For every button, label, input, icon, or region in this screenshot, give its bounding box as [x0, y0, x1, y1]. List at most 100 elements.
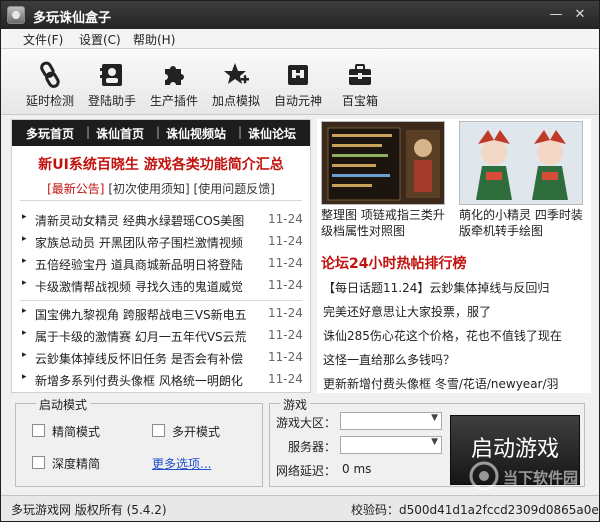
tool-label: 百宝箱 — [341, 94, 378, 108]
server-select[interactable]: ▼ — [340, 436, 442, 454]
bullet-icon: ▸ — [22, 212, 27, 222]
quick-links: [最新公告] [初次使用须知] [使用问题反馈] — [12, 180, 310, 197]
tool-label: 生产插件 — [149, 94, 198, 108]
news-title: 新增多系列付费头像框 风格统一明朗化 — [35, 374, 243, 388]
nav-duowan-home[interactable]: 多玩首页 — [26, 125, 74, 142]
tool-label: 自动元神 — [273, 94, 322, 108]
tool-auto-spirit[interactable]: 自动元神 — [267, 57, 329, 111]
close-button[interactable]: ✕ — [569, 5, 591, 25]
tool-production-plugin[interactable]: 生产插件 — [143, 57, 205, 111]
news-item[interactable]: ▸ 属于卡级的激情赛 幻月一五年代VS云荒 11-24 — [22, 328, 306, 346]
tool-stat-simulator[interactable]: 加点模拟 — [205, 57, 267, 111]
lite-mode-label: 精简模式 — [52, 425, 101, 439]
multi-open-checkbox[interactable] — [152, 424, 165, 437]
minimize-button[interactable]: — — [545, 5, 567, 25]
menu-file[interactable]: 文件(F) — [23, 31, 63, 48]
news-item[interactable]: ▸ 新增多系列付费头像框 风格统一明朗化 11-24 — [22, 372, 306, 390]
nav-zhuxian-home[interactable]: 诛仙首页 — [96, 125, 144, 142]
game-screenshot-image — [322, 122, 444, 204]
more-options-link[interactable]: 更多选项... — [152, 455, 211, 472]
hot-posts-title: 论坛24小时热帖排行榜 — [321, 256, 467, 272]
lite-mode-checkbox[interactable] — [32, 424, 45, 437]
thumbnail-image[interactable] — [459, 121, 583, 205]
latest-notice-link[interactable]: [最新公告] — [47, 182, 104, 196]
bullet-icon: ▸ — [22, 350, 27, 360]
hot-post-item[interactable]: 完美还好意思让大家投票，服了 — [323, 303, 585, 320]
thumbnail-caption[interactable]: 萌化的小精灵 四季时装版牵机转手绘图 — [459, 207, 589, 239]
chevron-down-icon: ▼ — [431, 413, 438, 423]
nav-separator: | — [156, 125, 161, 139]
news-date: 11-24 — [268, 306, 303, 320]
hot-post-item[interactable]: 诛仙285伤心花这个价格，花也不值钱了现在 — [323, 327, 585, 344]
news-title: 国宝佛九黎视角 跨服帮战电三VS新电五 — [35, 308, 247, 322]
fairy-art-image — [460, 122, 582, 204]
hot-post-item[interactable]: 这怪一直给那么多钱吗？ — [323, 351, 585, 368]
watermark-logo-icon — [469, 461, 499, 491]
tool-latency-check[interactable]: 延时检测 — [19, 57, 81, 111]
status-bar: 多玩游戏网 版权所有 (5.4.2) 校验码：d500d41d1a2fccd23… — [1, 495, 599, 521]
bullet-icon: ▸ — [22, 278, 27, 288]
tool-treasure-box[interactable]: 百宝箱 — [329, 57, 391, 111]
news-date: 11-24 — [268, 372, 303, 386]
news-title: 家族总动员 开黑团队帝子围栏激情视频 — [35, 236, 243, 250]
nav-separator: | — [238, 125, 243, 139]
news-date: 11-24 — [268, 350, 303, 364]
server-label: 服务器： — [288, 440, 337, 454]
feedback-link[interactable]: [使用问题反馈] — [194, 182, 275, 196]
bullet-icon: ▸ — [22, 328, 27, 338]
divider — [20, 300, 302, 301]
toolbox-icon — [349, 64, 371, 85]
window-title: 多玩诛仙盒子 — [33, 11, 112, 26]
thumbnail-image[interactable] — [321, 121, 445, 205]
menu-settings[interactable]: 设置(C) — [79, 31, 121, 48]
hot-post-item[interactable]: 更新新增付费头像框 冬雪/花语/newyear/羽 — [323, 375, 585, 392]
region-select[interactable]: ▼ — [340, 412, 442, 430]
menu-help[interactable]: 帮助(H) — [133, 31, 175, 48]
news-item[interactable]: ▸ 五倍经验宝丹 道具商城新品明日将登陆 11-24 — [22, 256, 306, 274]
star-plus-icon — [224, 63, 249, 84]
featured-panel: 整理图 项链戒指三类升级档属性对照图 萌化的小精灵 四季时装版牵机转手绘图 论坛… — [317, 119, 591, 393]
menu-bar: 文件(F) 设置(C) 帮助(H) — [1, 29, 599, 49]
puzzle-icon — [165, 66, 184, 85]
headline-link[interactable]: 新UI系统百晓生 游戏各类功能简介汇总 — [12, 154, 310, 174]
deep-lite-checkbox[interactable] — [32, 456, 45, 469]
site-nav: 多玩首页 | 诛仙首页 | 诛仙视频站 | 诛仙论坛 — [12, 120, 310, 146]
news-panel: 多玩首页 | 诛仙首页 | 诛仙视频站 | 诛仙论坛 新UI系统百晓生 游戏各类… — [11, 119, 311, 393]
multi-open-label: 多开模式 — [172, 425, 221, 439]
nav-video-site[interactable]: 诛仙视频站 — [166, 125, 226, 142]
news-item[interactable]: ▸ 清新灵动女精灵 经典水绿碧瑶COS美图 11-24 — [22, 212, 306, 230]
news-item[interactable]: ▸ 卡级激情帮战视频 寻找久违的鬼道威觉 11-24 — [22, 278, 306, 296]
news-date: 11-24 — [268, 234, 303, 248]
chevron-down-icon: ▼ — [431, 437, 438, 447]
robot-icon — [288, 65, 308, 85]
tool-label: 延时检测 — [25, 94, 74, 108]
news-title: 云鈔集体掉线反怀旧任务 是否会有补偿 — [35, 352, 243, 366]
news-title: 卡级激情帮战视频 寻找久违的鬼道威觉 — [35, 280, 243, 294]
checksum-text: 校验码：d500d41d1a2fccd2309d0865a0e — [351, 503, 599, 517]
app-window: 多玩诛仙盒子 — ✕ 文件(F) 设置(C) 帮助(H) 延时检测 登陆助手 生… — [0, 0, 600, 522]
bullet-icon: ▸ — [22, 256, 27, 266]
news-item[interactable]: ▸ 家族总动员 开黑团队帝子围栏激情视频 11-24 — [22, 234, 306, 252]
thumbnail-caption[interactable]: 整理图 项链戒指三类升级档属性对照图 — [321, 207, 451, 239]
news-title: 属于卡级的激情赛 幻月一五年代VS云荒 — [35, 330, 247, 344]
tool-label: 加点模拟 — [211, 94, 260, 108]
tool-login-helper[interactable]: 登陆助手 — [81, 57, 143, 111]
title-bar[interactable]: 多玩诛仙盒子 — ✕ — [1, 1, 599, 29]
nav-forum[interactable]: 诛仙论坛 — [248, 125, 296, 142]
tool-label: 登陆助手 — [87, 94, 136, 108]
region-label: 游戏大区： — [276, 416, 337, 430]
news-date: 11-24 — [268, 212, 303, 226]
contact-card-icon — [100, 64, 122, 86]
hot-post-item[interactable]: 【每日话题11.24】云鈔集体掉线与反回归 — [323, 279, 585, 296]
bullet-icon: ▸ — [22, 372, 27, 382]
site-watermark: 当下软件园 — [469, 459, 593, 493]
news-title: 清新灵动女精灵 经典水绿碧瑶COS美图 — [35, 214, 245, 228]
news-date: 11-24 — [268, 328, 303, 342]
copyright-text: 多玩游戏网 版权所有 (5.4.2) — [11, 503, 167, 517]
news-item[interactable]: ▸ 国宝佛九黎视角 跨服帮战电三VS新电五 11-24 — [22, 306, 306, 324]
toolbar: 延时检测 登陆助手 生产插件 加点模拟 自动元神 百宝箱 — [1, 49, 599, 115]
news-date: 11-24 — [268, 278, 303, 292]
first-use-link[interactable]: [初次使用须知] — [108, 182, 189, 196]
news-item[interactable]: ▸ 云鈔集体掉线反怀旧任务 是否会有补偿 11-24 — [22, 350, 306, 368]
latency-value: 0 ms — [342, 462, 372, 476]
